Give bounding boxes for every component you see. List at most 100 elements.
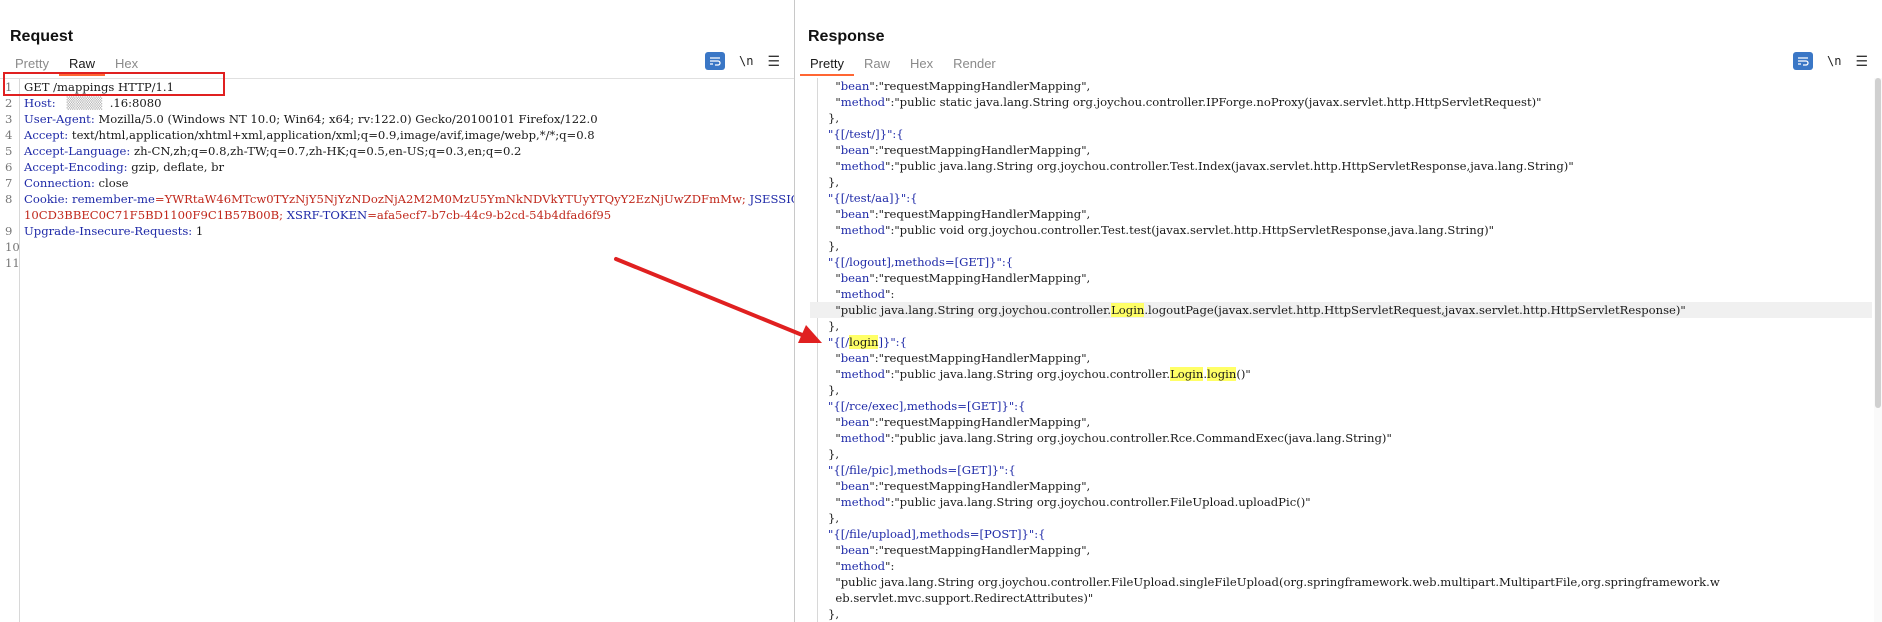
code-token: .logoutPage(javax.servlet.http.HttpServl… (1144, 303, 1686, 317)
menu-icon[interactable]: ☰ (1855, 53, 1868, 70)
show-newlines-button[interactable]: \n (739, 54, 753, 68)
wrap-lines-icon[interactable] (704, 52, 725, 70)
response-line: "{[/file/pic],methods=[GET]}":{ (828, 462, 1872, 478)
tab-pretty[interactable]: Pretty (800, 54, 854, 76)
response-line: }, (828, 382, 1872, 398)
code-token: ()" (1236, 367, 1251, 381)
code-token: " (828, 143, 841, 157)
response-title: Response (808, 28, 885, 45)
code-token: ":"public java.lang.String org.joychou.c… (885, 367, 1171, 381)
code-token: " (828, 543, 841, 557)
code-token: ":"requestMappingHandlerMapping", (869, 479, 1091, 493)
code-token: method (840, 159, 886, 173)
response-line: "method": (828, 558, 1872, 574)
tab-raw[interactable]: Raw (854, 54, 900, 76)
search-match-highlight: Login (1170, 367, 1204, 381)
scrollbar-thumb[interactable] (1875, 78, 1881, 408)
response-line: "method":"public java.lang.String org.jo… (828, 430, 1872, 446)
code-token: ":"public java.lang.String org.joychou.c… (885, 495, 1311, 509)
code-token: ":"requestMappingHandlerMapping", (869, 271, 1091, 285)
code-token: ▒▒▒▒ (59, 96, 110, 110)
request-code[interactable]: GET /mappings HTTP/1.1 Host: ▒▒▒▒ .16:808… (24, 79, 794, 271)
code-token: "{[/logout],methods=[GET]}":{ (828, 255, 1014, 269)
code-token: bean (840, 415, 870, 429)
code-token: ":"requestMappingHandlerMapping", (869, 207, 1091, 221)
code-token: JSESSIONID (749, 192, 794, 206)
code-token: method (840, 223, 886, 237)
response-line: "public java.lang.String org.joychou.con… (828, 574, 1872, 590)
code-token: " (828, 415, 841, 429)
response-line: }, (828, 446, 1872, 462)
code-token: Mozilla/5.0 (Windows NT 10.0; Win64; x64… (98, 112, 598, 126)
response-line: "bean":"requestMappingHandlerMapping", (828, 542, 1872, 558)
menu-icon[interactable]: ☰ (767, 53, 780, 70)
code-token: Host: (24, 96, 60, 110)
code-token: method (840, 367, 886, 381)
response-line: "bean":"requestMappingHandlerMapping", (828, 78, 1872, 94)
response-scrollbar[interactable] (1874, 78, 1882, 622)
code-token: Accept-Language: (24, 144, 134, 158)
code-token: zh-CN,zh;q=0.8,zh-TW;q=0.7,zh-HK;q=0.5,e… (133, 144, 522, 158)
code-token: }, (828, 383, 840, 397)
request-line: Connection: close (24, 175, 784, 191)
request-line (24, 239, 784, 255)
code-token: bean (840, 543, 870, 557)
code-token: }, (828, 239, 840, 253)
code-token: method (840, 495, 886, 509)
request-line: Upgrade-Insecure-Requests: 1 (24, 223, 784, 239)
code-token: " (828, 431, 841, 445)
request-title: Request (10, 28, 74, 45)
code-token: "{[/test/]}":{ (828, 127, 904, 141)
response-line: }, (828, 110, 1872, 126)
response-code[interactable]: "bean":"requestMappingHandlerMapping", "… (810, 78, 1872, 622)
request-line: Accept-Encoding: gzip, deflate, br (24, 159, 784, 175)
tab-render[interactable]: Render (943, 54, 1006, 76)
wrap-lines-icon[interactable] (1792, 52, 1813, 70)
code-token: " (828, 367, 841, 381)
code-token: ":"requestMappingHandlerMapping", (869, 79, 1091, 93)
line-number: 5 (5, 144, 13, 158)
code-token: " (828, 271, 841, 285)
code-token: bean (840, 271, 870, 285)
response-line: "bean":"requestMappingHandlerMapping", (828, 206, 1872, 222)
response-line: "method":"public void org.joychou.contro… (828, 222, 1872, 238)
response-line: "method":"public static java.lang.String… (828, 94, 1872, 110)
show-newlines-button[interactable]: \n (1827, 54, 1841, 68)
request-line: 10CD3BBEC0C71F5BD1100F9C1B57B00B; XSRF-T… (24, 207, 784, 223)
request-editor[interactable]: 1 2 3 4 5 6 7 8 9 10 11 GET /mappings HTTP/1.1 Host… (0, 78, 794, 622)
line-number-gutter (796, 78, 818, 622)
code-token: "public java.lang.String org.joychou.con… (828, 303, 1112, 317)
code-token: 10CD3BBEC0C71F5BD1100F9C1B57B00B; (24, 208, 287, 222)
code-token: ":"requestMappingHandlerMapping", (869, 351, 1091, 365)
response-line: "method":"public java.lang.String org.jo… (828, 494, 1872, 510)
code-token: }, (828, 511, 840, 525)
code-token: " (828, 495, 841, 509)
response-pane: Response Pretty Raw Hex Render \n ☰ "bea… (796, 0, 1882, 622)
code-token: gzip, deflate, br (131, 160, 225, 174)
response-line: "method":"public java.lang.String org.jo… (828, 158, 1872, 174)
request-pane: Request Pretty Raw Hex \n ☰ 1 2 3 4 5 6 7 8 9 10 1… (0, 0, 795, 622)
code-token: text/html,application/xhtml+xml,applicat… (71, 128, 595, 142)
response-tabs: Pretty Raw Hex Render (800, 54, 1006, 76)
request-tools: \n ☰ (704, 52, 780, 70)
code-token: " (828, 159, 841, 173)
code-token: " (828, 79, 841, 93)
tab-hex[interactable]: Hex (900, 54, 943, 76)
code-token: }, (828, 447, 840, 461)
code-token: Upgrade-Insecure-Requests: (24, 224, 196, 238)
response-line: "{[/login]}":{ (828, 334, 1872, 350)
response-line: }, (828, 238, 1872, 254)
code-token: ": (885, 287, 895, 301)
code-token: method (840, 287, 886, 301)
line-number: 4 (5, 128, 13, 142)
response-line: }, (828, 318, 1872, 334)
response-editor[interactable]: "bean":"requestMappingHandlerMapping", "… (796, 78, 1882, 622)
code-token: ":"requestMappingHandlerMapping", (869, 543, 1091, 557)
code-token: remember-me (72, 192, 155, 206)
search-match-highlight: login (1207, 367, 1237, 381)
code-token: ":"public java.lang.String org.joychou.c… (885, 431, 1392, 445)
code-token: " (828, 223, 841, 237)
line-number: 9 (5, 224, 13, 238)
line-number: 10 (5, 240, 20, 254)
code-token: " (828, 287, 841, 301)
